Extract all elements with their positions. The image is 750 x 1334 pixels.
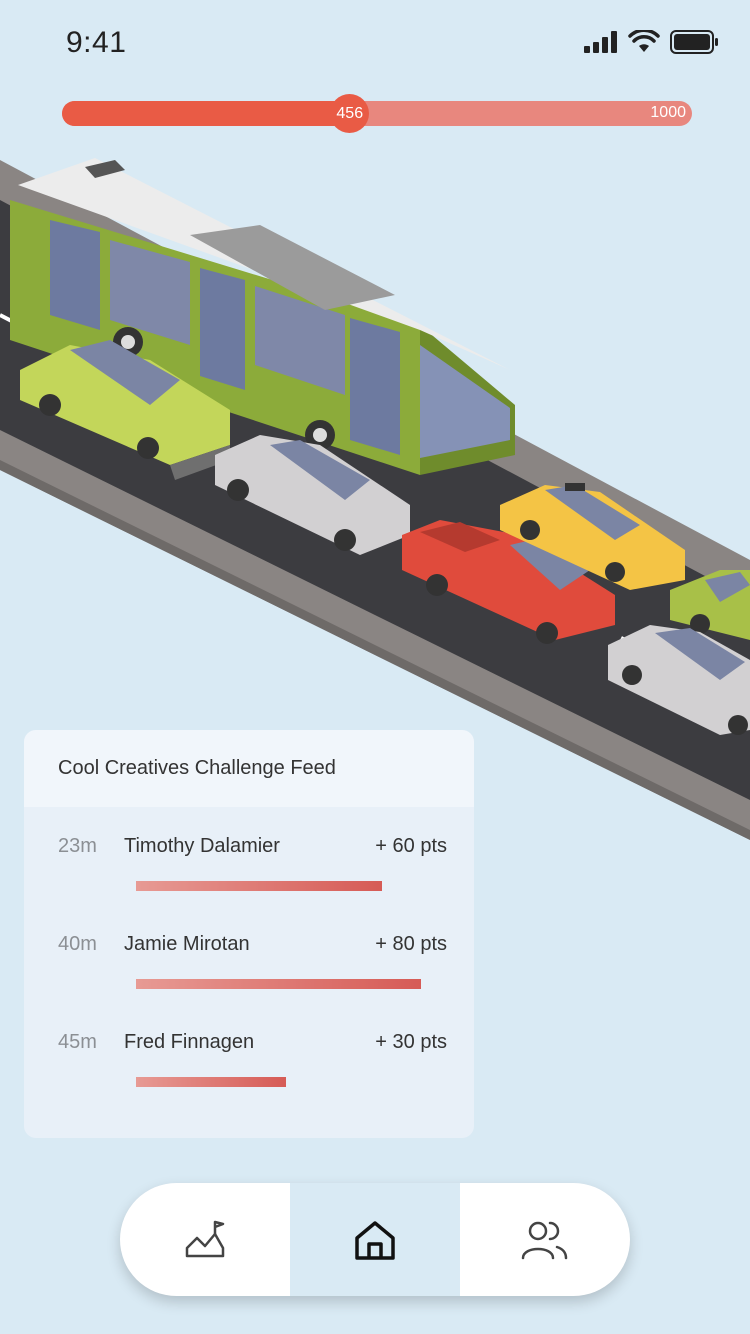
feed-item-name: Fred Finnagen — [124, 1031, 255, 1053]
battery-icon — [670, 30, 718, 54]
home-icon — [355, 1220, 395, 1260]
chart-icon — [185, 1220, 225, 1257]
feed-item-time: 45m — [58, 1031, 97, 1053]
nav-users-button[interactable] — [460, 1183, 630, 1296]
progress-fill — [62, 101, 350, 126]
feed-title: Cool Creatives Challenge Feed — [24, 730, 474, 807]
status-icons — [584, 30, 720, 54]
status-bar: 9:41 — [0, 0, 750, 88]
feed-item-points: + 30 pts — [375, 1031, 447, 1053]
progress-max-value: 1000 — [650, 104, 686, 121]
feed-item-bar — [136, 1077, 287, 1087]
feed-item-points: + 80 pts — [375, 933, 447, 955]
signal-icon — [584, 31, 617, 53]
progress-current-value: 456 — [330, 94, 370, 133]
feed-item-name: Timothy Dalamier — [124, 835, 280, 857]
status-time: 9:41 — [66, 26, 127, 59]
feed-item-bar-track — [136, 979, 456, 989]
feed-item[interactable]: 45m Fred Finnagen + 30 pts — [24, 1031, 474, 1101]
feed-item-name: Jamie Mirotan — [124, 933, 250, 955]
feed-item[interactable]: 40m Jamie Mirotan + 80 pts — [24, 933, 474, 1003]
bottom-nav — [120, 1183, 630, 1296]
feed-item-time: 40m — [58, 933, 97, 955]
feed-item-bar — [136, 881, 383, 891]
wifi-icon — [628, 30, 660, 52]
points-progress-bar: 456 1000 — [62, 94, 692, 133]
feed-item-points: + 60 pts — [375, 835, 447, 857]
feed-item[interactable]: 23m Timothy Dalamier + 60 pts — [24, 835, 474, 905]
challenge-feed-card: Cool Creatives Challenge Feed 23m Timoth… — [24, 730, 474, 1138]
feed-item-bar-track — [136, 881, 456, 891]
feed-item-bar — [136, 979, 421, 989]
nav-home-button[interactable] — [290, 1183, 460, 1296]
feed-item-bar-track — [136, 1077, 456, 1087]
users-icon — [521, 1221, 568, 1259]
feed-item-time: 23m — [58, 835, 97, 857]
nav-chart-button[interactable] — [120, 1183, 290, 1296]
